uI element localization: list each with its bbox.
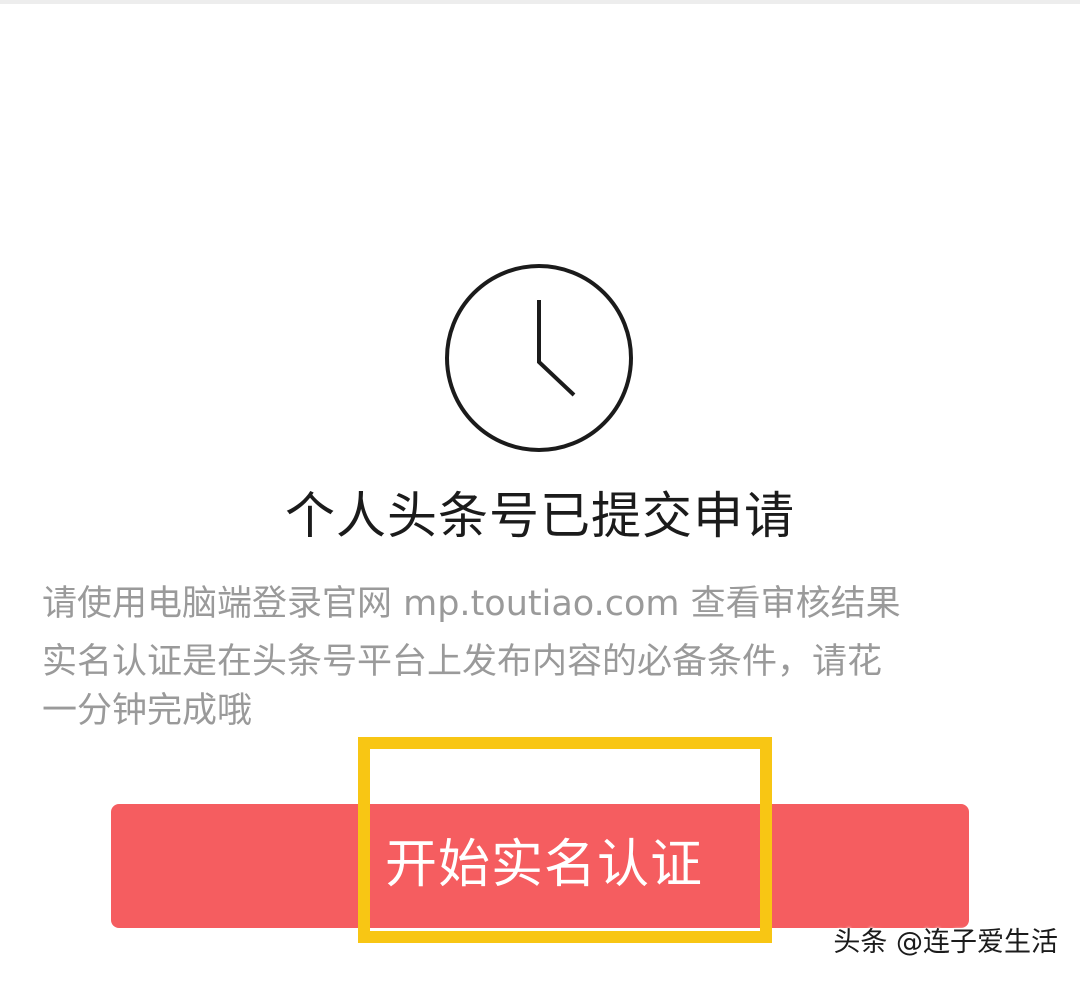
watermark: 头条 @连子爱生活	[833, 927, 1058, 958]
description-line-3: 一分钟完成哦	[42, 691, 253, 731]
description-line-1: 请使用电脑端登录官网 mp.toutiao.com 查看审核结果	[42, 584, 901, 624]
start-verification-label[interactable]: 开始实名认证	[385, 834, 703, 896]
status-title: 个人头条号已提交申请	[285, 487, 795, 545]
clock-icon	[443, 262, 635, 454]
top-divider	[0, 0, 1080, 4]
description-line-2: 实名认证是在头条号平台上发布内容的必备条件，请花	[42, 642, 883, 682]
